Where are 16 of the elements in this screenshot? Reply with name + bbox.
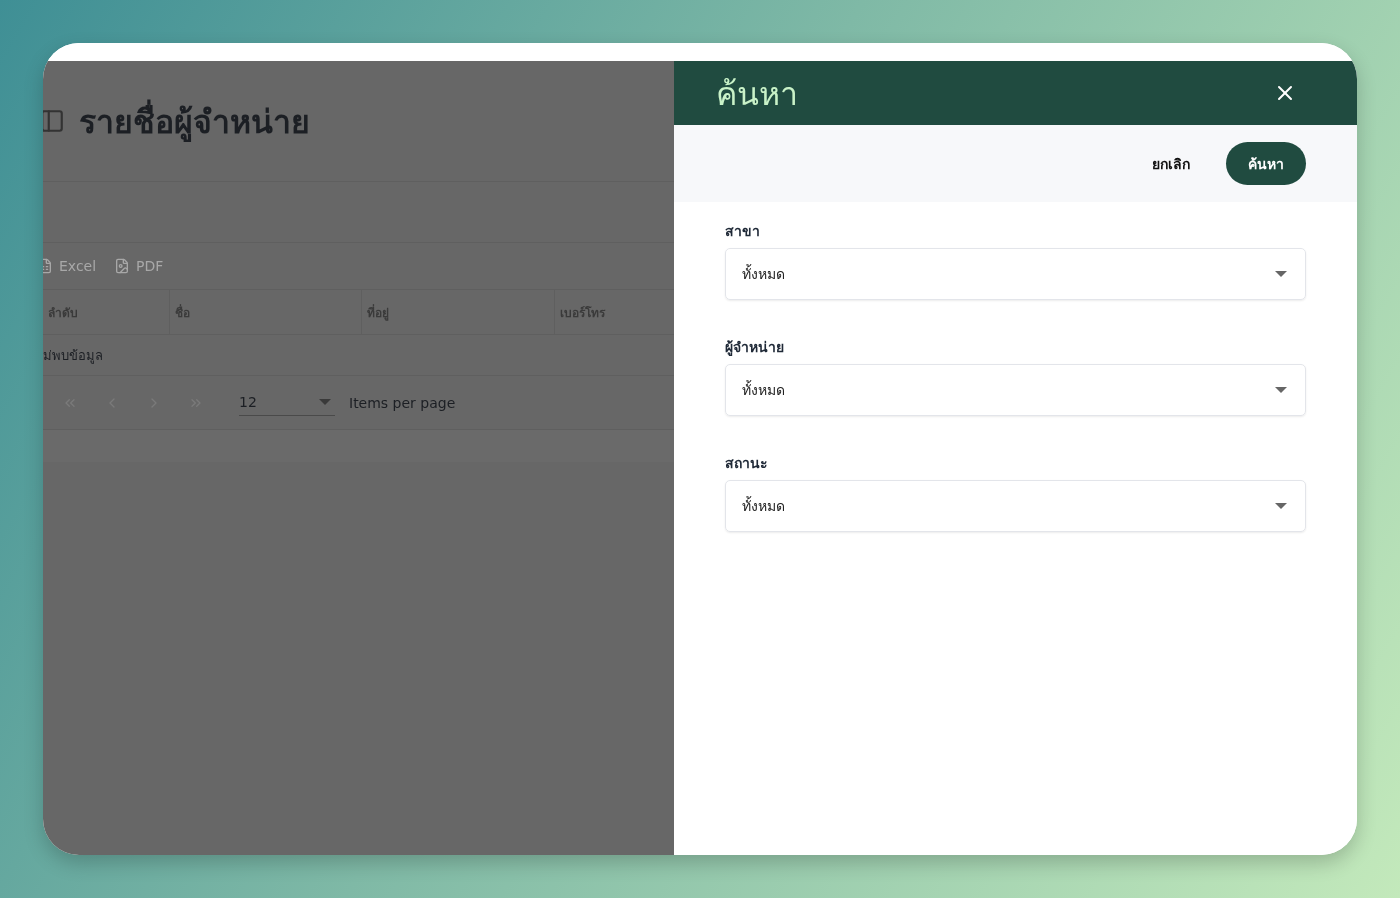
drawer-title: ค้นหา — [716, 73, 798, 115]
page-size-label: Items per page — [349, 394, 456, 411]
filter-label: ผู้จำหน่าย — [725, 338, 785, 358]
search-button[interactable]: ค้นหา — [1226, 142, 1306, 185]
filter-select[interactable]: ทั้งหมด — [725, 248, 1306, 300]
caret-icon — [1275, 387, 1287, 393]
filter-label: สถานะ — [725, 454, 769, 473]
caret-icon — [1275, 503, 1287, 509]
filter-select[interactable]: ทั้งหมด — [725, 364, 1306, 416]
caret-icon — [1275, 271, 1287, 277]
filter-label: สาขา — [725, 222, 761, 241]
sidebar-toggle-icon[interactable] — [43, 108, 65, 134]
page-title: รายชื่อผู้จำหน่าย — [79, 95, 310, 147]
file-icon — [114, 258, 131, 274]
filter-select[interactable]: ทั้งหมด — [725, 480, 1306, 532]
cancel-button[interactable]: ยกเลิก — [1146, 151, 1196, 176]
